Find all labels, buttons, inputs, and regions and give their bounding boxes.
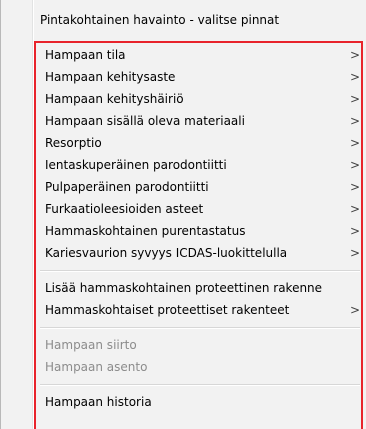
menu-item-add-prosthetic[interactable]: Lisää hammaskohtainen proteettinen raken…: [40, 277, 363, 299]
submenu-arrow-icon: >: [349, 202, 360, 216]
menu-item-label: Hampaan tila: [45, 48, 126, 62]
menu-item-prosthetic-structures[interactable]: Hammaskohtaiset proteettiset rakenteet >: [40, 299, 363, 321]
submenu-arrow-icon: >: [349, 180, 360, 194]
menu-item-resorption[interactable]: Resorptio >: [40, 132, 363, 154]
menu-item-label: Hampaan kehitysaste: [45, 70, 176, 84]
menu-item-tooth-history[interactable]: Hampaan historia: [40, 391, 363, 413]
submenu-arrow-icon: >: [349, 224, 360, 238]
menu-item-surface-observation[interactable]: Pintakohtainen havainto - valitse pinnat: [40, 11, 279, 29]
submenu-arrow-icon: >: [349, 48, 360, 62]
menu-separator: [40, 384, 360, 386]
submenu-arrow-icon: >: [349, 246, 360, 260]
menu-item-development-stage[interactable]: Hampaan kehitysaste >: [40, 66, 363, 88]
menu-item-development-disorder[interactable]: Hampaan kehityshäiriö >: [40, 88, 363, 110]
menu-item-label: Resorptio: [45, 136, 102, 150]
menu-item-label: Hammaskohtainen purentastatus: [45, 224, 246, 238]
menu-item-label: Hampaan siirto: [45, 338, 137, 352]
menu-item-occlusion-status[interactable]: Hammaskohtainen purentastatus >: [40, 220, 363, 242]
menu-item-tooth-status[interactable]: Hampaan tila >: [40, 44, 363, 66]
menu-item-label: Hampaan historia: [45, 395, 152, 409]
submenu-arrow-icon: >: [349, 70, 360, 84]
submenu-arrow-icon: >: [349, 92, 360, 106]
menu-item-label: Furkaatioleesioiden asteet: [45, 202, 204, 216]
menu-item-label: Hampaan sisällä oleva materiaali: [45, 114, 245, 128]
menu-item-gum-pocket-periodontitis[interactable]: Ientaskuperäinen parodontiitti >: [40, 154, 363, 176]
submenu-arrow-icon: >: [349, 114, 360, 128]
menu-item-label: Hampaan kehityshäiriö: [45, 92, 184, 106]
menu-separator: [40, 327, 360, 329]
menu-item-label: Lisää hammaskohtainen proteettinen raken…: [45, 281, 323, 295]
menu-item-caries-depth-icdas[interactable]: Kariesvaurion syvyys ICDAS-luokittelulla…: [40, 242, 363, 264]
menu-item-pulpal-periodontitis[interactable]: Pulpaperäinen parodontiitti >: [40, 176, 363, 198]
menu-item-label: Hammaskohtaiset proteettiset rakenteet: [45, 303, 290, 317]
menu-item-tooth-move: Hampaan siirto: [40, 334, 363, 356]
menu-border: [0, 0, 1, 429]
submenu-arrow-icon: >: [349, 303, 360, 317]
menu-item-furcation-lesions[interactable]: Furkaatioleesioiden asteet >: [40, 198, 363, 220]
menu-item-label: Hampaan asento: [45, 360, 148, 374]
menu-item-label: Kariesvaurion syvyys ICDAS-luokittelulla: [45, 246, 288, 260]
submenu-arrow-icon: >: [349, 136, 360, 150]
menu-separator: [40, 270, 360, 272]
submenu-arrow-icon: >: [349, 158, 360, 172]
menu-item-label: Ientaskuperäinen parodontiitti: [45, 158, 227, 172]
menu-item-internal-material[interactable]: Hampaan sisällä oleva materiaali >: [40, 110, 363, 132]
context-menu: Pintakohtainen havainto - valitse pinnat…: [0, 0, 366, 429]
menu-item-label: Pulpaperäinen parodontiitti: [45, 180, 209, 194]
menu-item-tooth-position: Hampaan asento: [40, 356, 363, 378]
